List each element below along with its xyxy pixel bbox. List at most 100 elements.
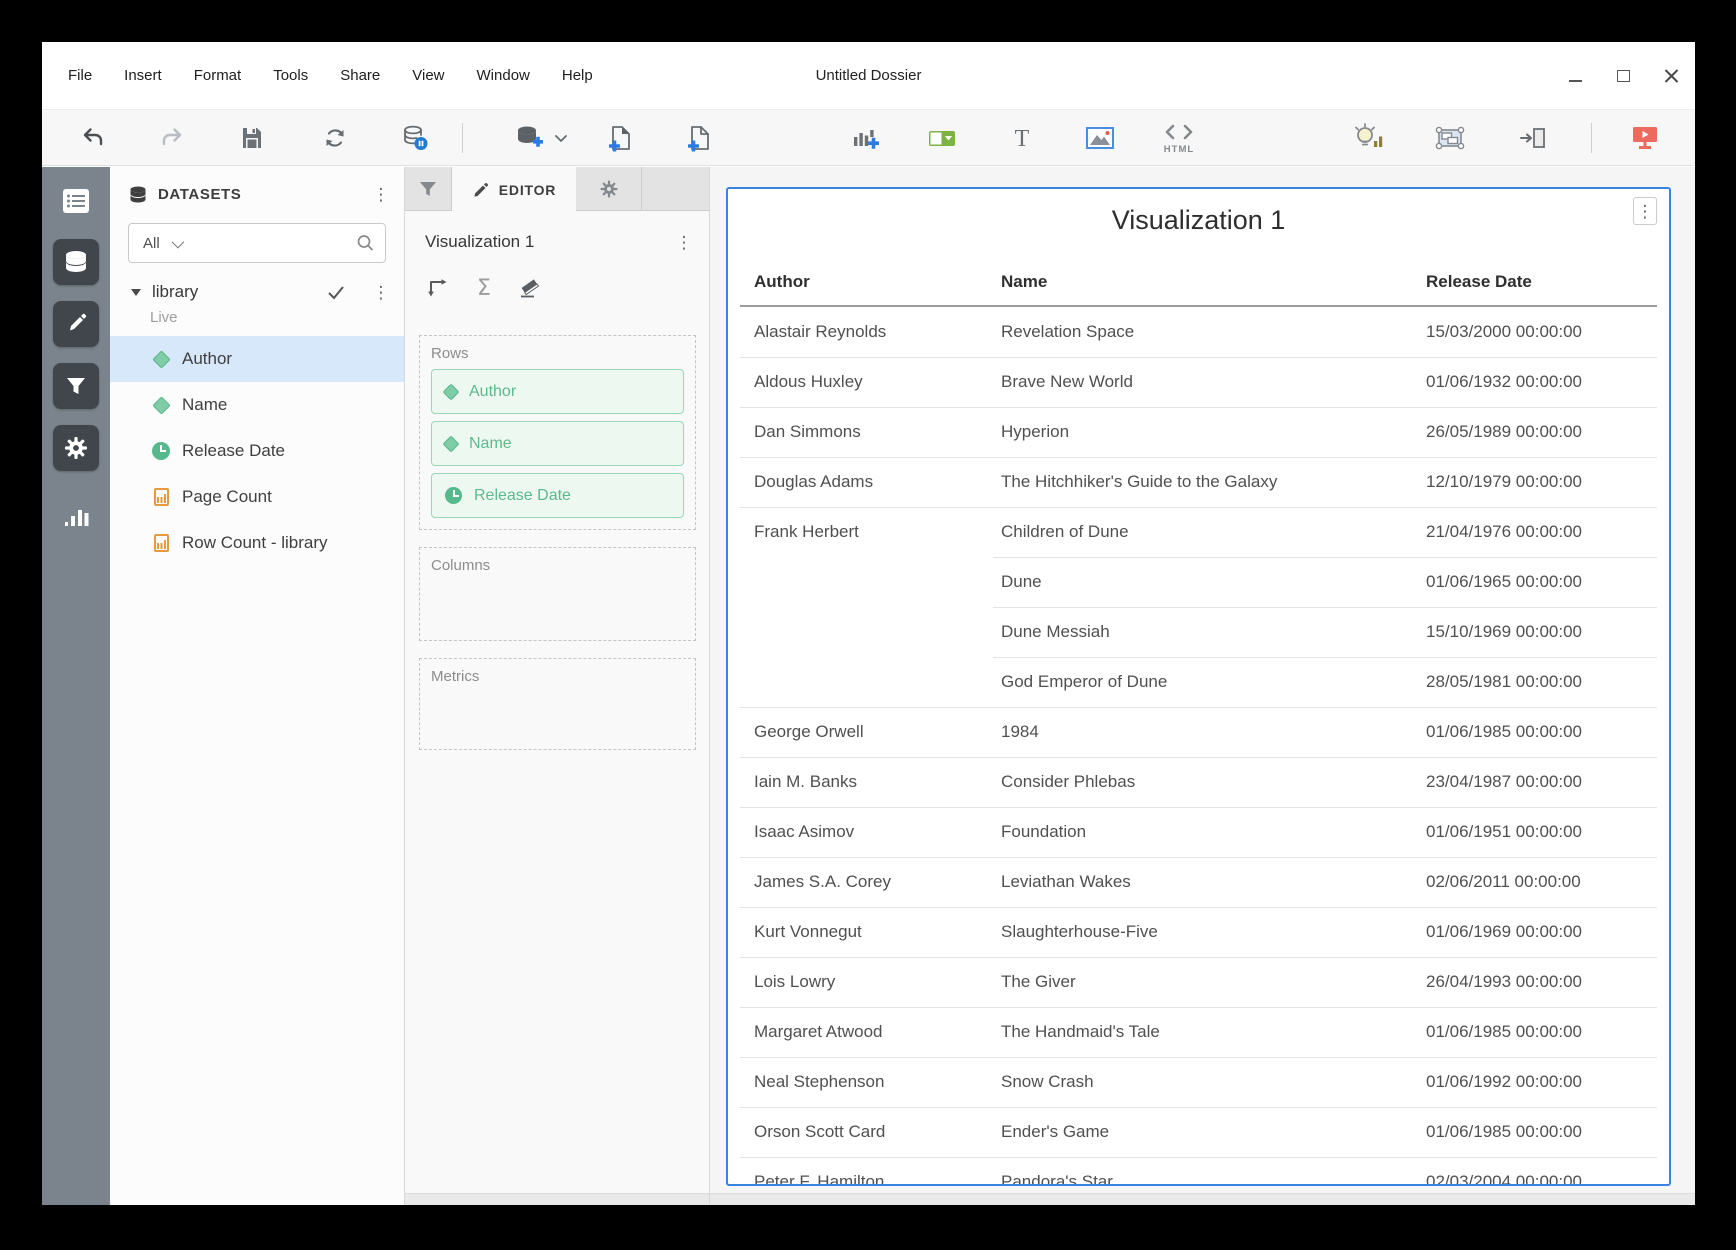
add-data-icon[interactable] [513, 123, 545, 153]
cell-name[interactable]: Pandora's Star [1001, 1172, 1426, 1186]
cell-date[interactable]: 23/04/1987 00:00:00 [1426, 772, 1643, 792]
search-icon[interactable] [355, 233, 375, 253]
tab-filter[interactable] [405, 167, 452, 211]
tab-editor[interactable]: EDITOR [452, 167, 576, 212]
dataset-library-row[interactable]: library [131, 279, 390, 305]
add-data-chevron-icon[interactable] [553, 130, 569, 146]
cell-name[interactable]: Hyperion [1001, 422, 1426, 442]
cell-name[interactable]: Revelation Space [1001, 322, 1426, 342]
cell-author[interactable]: Alastair Reynolds [754, 322, 1001, 342]
cell-date[interactable]: 26/05/1989 00:00:00 [1426, 422, 1643, 442]
cell-author[interactable]: Margaret Atwood [754, 1022, 1001, 1042]
chevron-down-icon[interactable] [171, 235, 184, 248]
table-row[interactable]: Dan Simmons Hyperion 26/05/1989 00:00:00 [728, 407, 1669, 457]
cell-name[interactable]: The Hitchhiker's Guide to the Galaxy [1001, 472, 1426, 492]
redo-icon[interactable] [158, 124, 186, 152]
table-row[interactable]: Frank Herbert Children of Dune 21/04/197… [728, 507, 1669, 557]
cell-date[interactable]: 01/06/1951 00:00:00 [1426, 822, 1643, 842]
editor-rail-icon[interactable] [53, 301, 99, 347]
table-row[interactable]: James S.A. Corey Leviathan Wakes 02/06/2… [728, 857, 1669, 907]
cell-date[interactable]: 01/06/1985 00:00:00 [1426, 722, 1643, 742]
present-icon[interactable] [1630, 123, 1660, 153]
cell-author[interactable]: Isaac Asimov [754, 822, 1001, 842]
chip-author[interactable]: Author [431, 369, 684, 414]
drop-zone-rows[interactable]: Rows Author Name Release Date [419, 335, 696, 530]
dataset-name[interactable]: library [152, 282, 198, 302]
add-html-icon[interactable]: HTML [1157, 121, 1201, 155]
cell-date[interactable]: 01/06/1985 00:00:00 [1426, 1122, 1643, 1142]
add-selector-icon[interactable] [926, 124, 958, 152]
menu-item-help[interactable]: Help [562, 67, 593, 84]
cell-date[interactable]: 01/06/1969 00:00:00 [1426, 922, 1643, 942]
cell-author[interactable]: Frank Herbert [754, 522, 1001, 542]
datasets-menu-kebab-icon[interactable] [372, 183, 390, 205]
cell-name[interactable]: Leviathan Wakes [1001, 872, 1426, 892]
drop-zone-metrics[interactable]: Metrics [419, 658, 696, 750]
cell-name[interactable]: Dune [1001, 572, 1426, 592]
table-row[interactable]: Neal Stephenson Snow Crash 01/06/1992 00… [728, 1057, 1669, 1107]
swap-axes-icon[interactable] [425, 275, 451, 301]
cell-date[interactable]: 26/04/1993 00:00:00 [1426, 972, 1643, 992]
cell-date[interactable]: 01/06/1992 00:00:00 [1426, 1072, 1643, 1092]
eraser-icon[interactable] [517, 275, 543, 301]
group-objects-icon[interactable] [1433, 123, 1467, 153]
cell-date[interactable]: 28/05/1981 00:00:00 [1426, 672, 1643, 692]
table-row[interactable]: George Orwell 1984 01/06/1985 00:00:00 [728, 707, 1669, 757]
table-row[interactable]: Douglas Adams The Hitchhiker's Guide to … [728, 457, 1669, 507]
cell-date[interactable]: 01/06/1932 00:00:00 [1426, 372, 1643, 392]
cell-name[interactable]: Slaughterhouse-Five [1001, 922, 1426, 942]
field-author[interactable]: Author [110, 336, 404, 382]
save-icon[interactable] [238, 124, 266, 152]
search-filter-value[interactable]: All [143, 235, 160, 252]
maximize-button[interactable] [1599, 42, 1647, 110]
add-visualization-icon[interactable] [849, 123, 881, 153]
dossier-canvas[interactable]: Visualization 1 Author Name Release Date… [710, 167, 1695, 1205]
visualizations-rail-icon[interactable] [61, 501, 91, 529]
column-header-author[interactable]: Author [754, 272, 1001, 292]
field-row-count-library[interactable]: Row Count - library [110, 520, 404, 566]
cell-date[interactable]: 01/06/1965 00:00:00 [1426, 572, 1643, 592]
cell-author[interactable]: Lois Lowry [754, 972, 1001, 992]
cell-date[interactable]: 02/06/2011 00:00:00 [1426, 872, 1643, 892]
new-page-icon[interactable] [685, 123, 715, 153]
close-button[interactable] [1647, 42, 1695, 110]
table-row[interactable]: Kurt Vonnegut Slaughterhouse-Five 01/06/… [728, 907, 1669, 957]
cell-date[interactable]: 21/04/1976 00:00:00 [1426, 522, 1643, 542]
cell-name[interactable]: Consider Phlebas [1001, 772, 1426, 792]
cell-author[interactable]: James S.A. Corey [754, 872, 1001, 892]
field-page-count[interactable]: Page Count [110, 474, 404, 520]
cell-name[interactable]: The Giver [1001, 972, 1426, 992]
cell-name[interactable]: Foundation [1001, 822, 1426, 842]
table-row[interactable]: Orson Scott Card Ender's Game 01/06/1985… [728, 1107, 1669, 1157]
table-row[interactable]: Margaret Atwood The Handmaid's Tale 01/0… [728, 1007, 1669, 1057]
editor-hscrollbar[interactable] [405, 1193, 709, 1205]
cell-name[interactable]: Ender's Game [1001, 1122, 1426, 1142]
menu-item-file[interactable]: File [68, 67, 92, 84]
cell-date[interactable]: 12/10/1979 00:00:00 [1426, 472, 1643, 492]
cell-name[interactable]: The Handmaid's Tale [1001, 1022, 1426, 1042]
editor-viz-kebab-icon[interactable] [675, 231, 693, 253]
chip-name[interactable]: Name [431, 421, 684, 466]
cell-author[interactable]: Dan Simmons [754, 422, 1001, 442]
cell-date[interactable]: 15/03/2000 00:00:00 [1426, 322, 1643, 342]
table-row[interactable]: Isaac Asimov Foundation 01/06/1951 00:00… [728, 807, 1669, 857]
table-row[interactable]: Lois Lowry The Giver 26/04/1993 00:00:00 [728, 957, 1669, 1007]
expand-triangle-icon[interactable] [131, 289, 141, 296]
contents-icon[interactable] [61, 187, 91, 215]
visualization-card[interactable]: Visualization 1 Author Name Release Date… [726, 187, 1671, 1186]
cell-author[interactable]: Aldous Huxley [754, 372, 1001, 392]
column-header-release-date[interactable]: Release Date [1426, 272, 1643, 292]
visualization-kebab-icon[interactable] [1633, 197, 1657, 225]
cell-name[interactable]: Dune Messiah [1001, 622, 1426, 642]
table-row[interactable]: God Emperor of Dune 28/05/1981 00:00:00 [728, 657, 1669, 707]
dataset-search-box[interactable]: All [128, 223, 386, 263]
filter-rail-icon[interactable] [53, 363, 99, 409]
chip-release-date[interactable]: Release Date [431, 473, 684, 518]
cell-author[interactable]: Douglas Adams [754, 472, 1001, 492]
datasets-rail-icon[interactable] [53, 239, 99, 285]
new-chapter-icon[interactable] [606, 123, 636, 153]
cell-date[interactable]: 02/03/2004 00:00:00 [1426, 1172, 1643, 1186]
tab-settings[interactable] [576, 167, 642, 211]
cell-author[interactable]: Kurt Vonnegut [754, 922, 1001, 942]
sigma-icon[interactable]: Σ [477, 276, 491, 301]
